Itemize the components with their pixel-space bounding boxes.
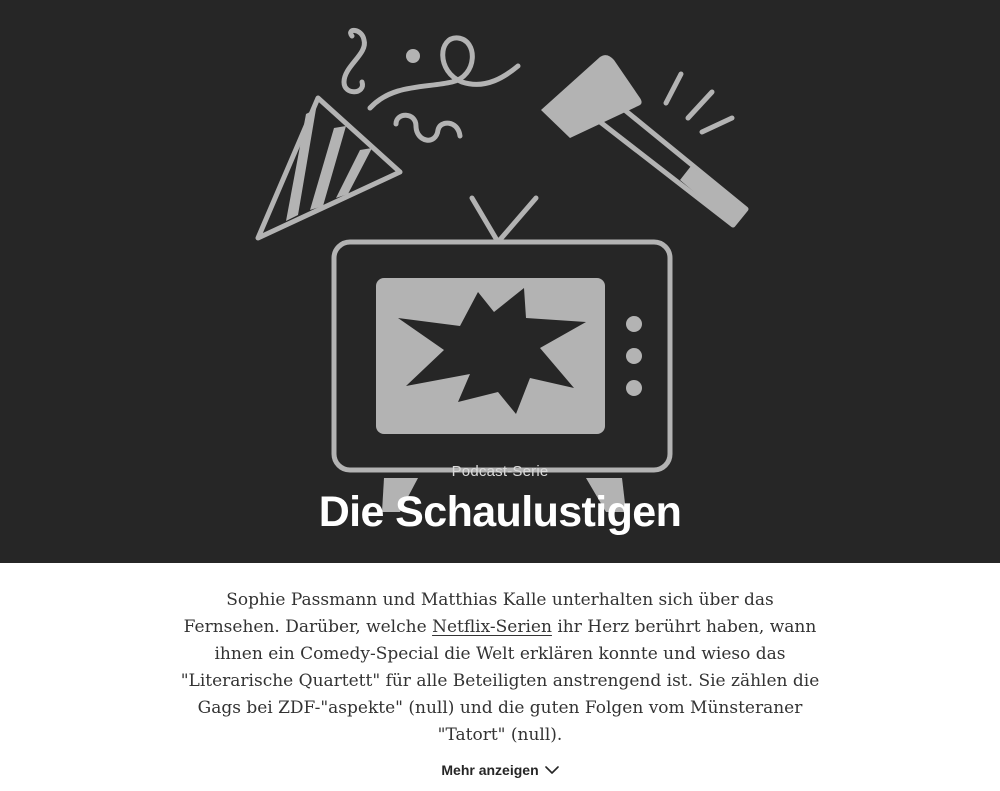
show-more-button[interactable]: Mehr anzeigen [441,762,559,778]
hero-banner: Podcast-Serie Die Schaulustigen [0,0,1000,563]
confetti-icon [341,28,521,143]
netflix-series-link[interactable]: Netflix-Serien [432,617,552,637]
show-more-area: Mehr anzeigen [0,762,1000,780]
page-title: Die Schaulustigen [318,488,682,536]
series-description: Sophie Passmann und Matthias Kalle unter… [180,587,820,749]
series-kicker: Podcast-Serie [451,463,549,480]
chevron-down-icon [544,762,559,778]
show-more-label: Mehr anzeigen [441,762,539,778]
